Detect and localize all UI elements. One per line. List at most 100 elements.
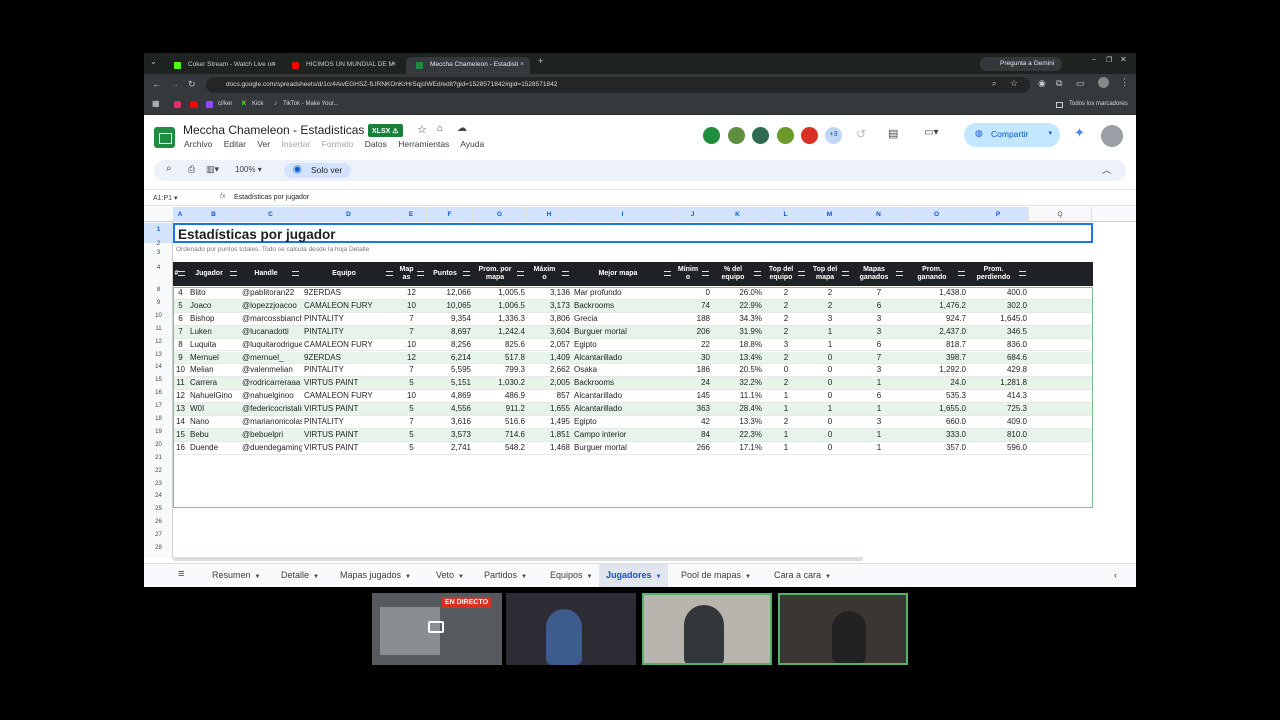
table-cell[interactable]: 7 xyxy=(396,365,427,374)
formula-input[interactable]: Estadísticas por jugador xyxy=(234,194,309,201)
column-header-n[interactable]: N xyxy=(852,207,906,222)
table-cell[interactable]: 11.1% xyxy=(712,391,762,400)
collaborator-avatar[interactable] xyxy=(800,126,819,145)
table-cell[interactable]: 836.0 xyxy=(968,340,1027,349)
profile-avatar[interactable] xyxy=(1098,77,1109,88)
table-cell[interactable]: 42 xyxy=(674,417,710,426)
table-header-cell[interactable]: Top del equipo xyxy=(764,262,808,286)
table-cell[interactable]: 10 xyxy=(396,391,427,400)
table-cell[interactable]: 8,697 xyxy=(427,327,471,336)
table-cell[interactable]: 10,065 xyxy=(427,301,471,310)
close-window-icon[interactable]: ✕ xyxy=(1120,55,1127,64)
row-header-25[interactable]: 25 xyxy=(144,506,173,512)
table-cell[interactable]: 3,806 xyxy=(527,314,570,323)
table-cell[interactable]: 825.6 xyxy=(473,340,525,349)
column-header-g[interactable]: G xyxy=(473,207,527,222)
table-cell[interactable]: 1,336.3 xyxy=(473,314,525,323)
row-header-24[interactable]: 24 xyxy=(144,493,173,499)
table-cell[interactable]: 12 xyxy=(396,353,427,362)
table-cell[interactable]: CAMALEON FURY xyxy=(304,391,408,400)
extension-icon[interactable]: ◉ xyxy=(1038,78,1046,89)
table-cell[interactable]: CAMALEON FURY xyxy=(304,301,408,310)
table-header-cell[interactable]: Prom. ganando xyxy=(906,262,968,286)
table-cell[interactable]: 24.0 xyxy=(906,378,966,387)
table-cell[interactable]: 414.3 xyxy=(968,391,1027,400)
table-cell[interactable]: 6 xyxy=(852,301,906,310)
row-header-19[interactable]: 19 xyxy=(144,429,173,435)
table-cell[interactable]: 1,030.2 xyxy=(473,378,525,387)
table-cell[interactable]: 660.0 xyxy=(906,417,966,426)
collaborator-avatar[interactable] xyxy=(702,126,721,145)
table-cell[interactable]: Carrera xyxy=(190,378,240,387)
table-cell[interactable]: 6 xyxy=(852,391,906,400)
row-header-16[interactable]: 16 xyxy=(144,390,173,396)
row-header-11[interactable]: 11 xyxy=(144,326,173,332)
row-header-1[interactable]: 1 xyxy=(144,223,173,243)
table-row[interactable]: 15 Bebu @bebuelpri VIRTUS PAINT 5 3,573 714.6 1… xyxy=(173,428,1093,442)
table-cell[interactable]: VIRTUS PAINT xyxy=(304,404,408,413)
table-cell[interactable]: 516.6 xyxy=(473,417,525,426)
collapse-side-panel-icon[interactable]: ‹ xyxy=(1114,564,1117,587)
table-cell[interactable]: PINTALITY xyxy=(304,365,408,374)
table-cell[interactable]: @rodricarreraaa xyxy=(242,378,302,387)
table-cell[interactable]: Luquita xyxy=(190,340,240,349)
table-cell[interactable]: @luquitarodrigue xyxy=(242,340,302,349)
table-cell[interactable]: 4,556 xyxy=(427,404,471,413)
table-row[interactable]: 7 Luken @lucanadotti PINTALITY 7 8,697 1,242.4… xyxy=(173,325,1093,339)
table-cell[interactable]: 2,005 xyxy=(527,378,570,387)
table-cell[interactable]: 18.8% xyxy=(712,340,762,349)
table-cell[interactable]: 10 xyxy=(173,365,188,374)
table-cell[interactable]: 5 xyxy=(396,430,427,439)
youtube-bookmark-icon[interactable] xyxy=(190,101,198,108)
row-header-14[interactable]: 14 xyxy=(144,364,173,370)
sheet-tab-partidos[interactable]: Partidos ▼ xyxy=(484,564,527,587)
table-cell[interactable]: 0 xyxy=(808,365,852,374)
table-cell[interactable]: 3 xyxy=(852,314,906,323)
table-cell[interactable]: @federicocristalino xyxy=(242,404,302,413)
table-row[interactable]: 12 NahuelGino @nahuelginoo CAMALEON FURY 10 4… xyxy=(173,390,1093,404)
reload-icon[interactable]: ↻ xyxy=(188,79,196,90)
table-cell[interactable]: 13 xyxy=(173,404,188,413)
table-cell[interactable]: 0 xyxy=(674,288,710,297)
column-header-d[interactable]: D xyxy=(302,207,396,222)
table-cell[interactable]: 1 xyxy=(852,443,906,452)
table-cell[interactable]: Luken xyxy=(190,327,240,336)
table-cell[interactable]: 3 xyxy=(852,365,906,374)
table-cell[interactable]: 22.3% xyxy=(712,430,762,439)
browser-tab-sheets[interactable]: Meccha Chameleon - Estadisti × xyxy=(406,57,530,74)
table-cell[interactable]: 266 xyxy=(674,443,710,452)
table-cell[interactable]: Grecia xyxy=(574,314,674,323)
column-header-c[interactable]: C xyxy=(240,207,302,222)
table-cell[interactable]: @marcossbianchi xyxy=(242,314,302,323)
menu-insertar[interactable]: Insertar xyxy=(281,139,310,149)
table-row[interactable]: 10 Melian @valenmelian PINTALITY 7 5,595 799.3… xyxy=(173,364,1093,378)
table-cell[interactable]: 2 xyxy=(764,314,808,323)
table-cell[interactable]: Blito xyxy=(190,288,240,297)
table-cell[interactable]: 1,438.0 xyxy=(906,288,966,297)
table-cell[interactable]: 5,151 xyxy=(427,378,471,387)
table-row[interactable]: 5 Joaco @lopezzjoacoo CAMALEON FURY 10 10,065… xyxy=(173,299,1093,313)
table-cell[interactable]: 0 xyxy=(808,353,852,362)
table-cell[interactable]: 1 xyxy=(808,327,852,336)
table-cell[interactable]: 0 xyxy=(808,417,852,426)
table-cell[interactable]: Melian xyxy=(190,365,240,374)
table-cell[interactable]: Joaco xyxy=(190,301,240,310)
table-cell[interactable]: 1,409 xyxy=(527,353,570,362)
table-cell[interactable]: 7 xyxy=(396,417,427,426)
table-cell[interactable]: 7 xyxy=(173,327,188,336)
table-cell[interactable]: @valenmelian xyxy=(242,365,302,374)
table-cell[interactable]: 2 xyxy=(808,301,852,310)
table-cell[interactable]: Duende xyxy=(190,443,240,452)
table-cell[interactable]: VIRTUS PAINT xyxy=(304,430,408,439)
bookmark-clker[interactable]: cl/ker xyxy=(218,101,232,107)
column-header-e[interactable]: E xyxy=(396,207,427,222)
table-cell[interactable]: 15 xyxy=(173,430,188,439)
table-cell[interactable]: VIRTUS PAINT xyxy=(304,443,408,452)
table-row[interactable]: 16 Duende @duendegaming VIRTUS PAINT 5 2,741 5… xyxy=(173,442,1093,455)
table-cell[interactable]: @mernuel_ xyxy=(242,353,302,362)
table-cell[interactable]: 429.8 xyxy=(968,365,1027,374)
row-header-18[interactable]: 18 xyxy=(144,416,173,422)
sheet-tab-mapas-jugados[interactable]: Mapas jugados ▼ xyxy=(340,564,411,587)
sidebar-icon[interactable]: ▭ xyxy=(1076,78,1085,89)
table-header-cell[interactable]: Puntos xyxy=(427,262,473,286)
